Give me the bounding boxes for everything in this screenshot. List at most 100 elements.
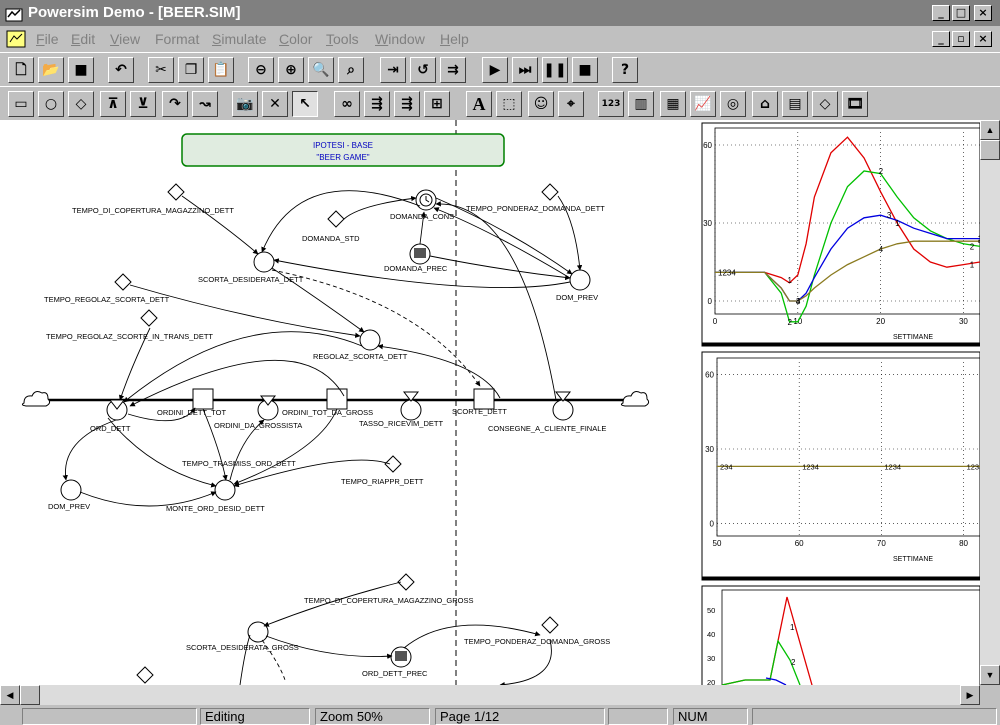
button-tool-icon[interactable]: ⌂ <box>752 91 778 117</box>
model-canvas[interactable]: IPOTESI - BASE "BEER GAME" TEMPO_DI_COPE… <box>0 120 980 685</box>
scorte-dett-level[interactable] <box>473 388 495 410</box>
model-header-box[interactable]: IPOTESI - BASE "BEER GAME" <box>181 133 505 167</box>
level-tool-icon[interactable]: ▭ <box>8 91 34 117</box>
tempo-copertura-dett-constant[interactable] <box>167 183 185 201</box>
menu-view[interactable]: View <box>110 31 140 47</box>
dom-prev-2-aux[interactable] <box>60 479 82 501</box>
tasso-ricevim-valve[interactable] <box>400 391 422 421</box>
submodel2-tool-icon[interactable]: ⇶ <box>394 91 420 117</box>
paste-icon[interactable]: 📋 <box>208 57 234 83</box>
doc-minimize-icon[interactable]: _ <box>932 31 950 47</box>
menu-simulate[interactable]: Simulate <box>212 31 266 47</box>
doc-restore-icon[interactable]: ▫ <box>952 31 970 47</box>
flow-tool-icon[interactable]: ⊼ <box>100 91 126 117</box>
table-tool-icon[interactable]: ▦ <box>660 91 686 117</box>
scroll-up-icon[interactable]: ▲ <box>980 120 1000 140</box>
time-graph-1[interactable]: 010203060300 1234111222333444 SETTIMANE <box>701 122 980 347</box>
undo-icon[interactable]: ↶ <box>108 57 134 83</box>
doc-close-icon[interactable]: × <box>974 31 992 47</box>
tempo-ponderaz-dett-constant[interactable] <box>541 183 559 201</box>
menu-format[interactable]: Format <box>155 31 199 47</box>
scatter-graph-icon[interactable]: ◎ <box>720 91 746 117</box>
submodel-tool-icon[interactable]: ⇶ <box>364 91 390 117</box>
new-icon[interactable]: 🗋 <box>8 57 34 83</box>
save-icon[interactable]: ■ <box>68 57 94 83</box>
zoom-icon[interactable]: 🔍 <box>308 57 334 83</box>
play-step-icon[interactable]: ⏭ <box>512 57 538 83</box>
regolaz-scorta-dett-aux[interactable] <box>359 329 381 351</box>
pause-icon[interactable]: ❚❚ <box>542 57 568 83</box>
link-tool-icon[interactable]: ↷ <box>162 91 188 117</box>
help-icon[interactable]: ? <box>612 57 638 83</box>
delayed-link-tool-icon[interactable]: ↝ <box>192 91 218 117</box>
zoom-out-icon[interactable]: ⊖ <box>248 57 274 83</box>
text-tool-icon[interactable]: A <box>466 91 492 117</box>
film-tool-icon[interactable]: 🎞 <box>842 91 868 117</box>
menu-window[interactable]: Window <box>375 31 425 47</box>
stop-icon[interactable]: ■ <box>572 57 598 83</box>
play-icon[interactable]: ▶ <box>482 57 508 83</box>
ordini-tot-da-gross-level[interactable] <box>326 388 348 410</box>
ord-dett-valve[interactable] <box>106 399 128 421</box>
zoom-fit-icon[interactable]: ⌕ <box>338 57 364 83</box>
document-icon[interactable] <box>6 30 26 48</box>
zoom-in-icon[interactable]: ⊕ <box>278 57 304 83</box>
pointer-tool-icon[interactable]: ↖ <box>292 91 318 117</box>
ord-dett-prec-delay-icon[interactable] <box>390 646 412 668</box>
domanda-prec-delay-icon[interactable] <box>409 243 431 265</box>
vertical-scroll-thumb[interactable] <box>980 140 1000 160</box>
menu-help[interactable]: Help <box>440 31 469 47</box>
frame-tool-icon[interactable]: ⬚ <box>496 91 522 117</box>
domanda-std-constant[interactable] <box>327 210 345 228</box>
cut-icon[interactable]: ✂ <box>148 57 174 83</box>
scroll-down-icon[interactable]: ▼ <box>980 665 1000 685</box>
tempo-ponderaz-gross-constant[interactable] <box>541 616 559 634</box>
title-bar[interactable]: Powersim Demo - [BEER.SIM] <box>0 0 1000 26</box>
flow-with-rate-tool-icon[interactable]: ⊻ <box>130 91 156 117</box>
chain-tool-icon[interactable]: ∞ <box>334 91 360 117</box>
close-icon[interactable]: × <box>974 5 992 21</box>
tempo-regolaz-scorta-dett-constant[interactable] <box>114 273 132 291</box>
horizontal-scrollbar[interactable]: ◀ ▶ <box>0 685 980 705</box>
bottom-constant[interactable] <box>136 666 154 684</box>
menu-tools[interactable]: Tools <box>326 31 359 47</box>
report-tool-icon[interactable]: ▤ <box>782 91 808 117</box>
rewind-icon[interactable]: ↺ <box>410 57 436 83</box>
inspect-tool-icon[interactable]: ⌖ <box>558 91 584 117</box>
delete-tool-icon[interactable]: ✕ <box>262 91 288 117</box>
tempo-riappr-dett-constant[interactable] <box>384 455 402 473</box>
menu-edit[interactable]: Edit <box>71 31 95 47</box>
tempo-regolaz-scorte-trans-constant[interactable] <box>140 309 158 327</box>
network-tool-icon[interactable]: ⊞ <box>424 91 450 117</box>
menu-color[interactable]: Color <box>279 31 312 47</box>
copy-icon[interactable]: ❐ <box>178 57 204 83</box>
minimize-icon[interactable]: _ <box>932 5 950 21</box>
snapshot-tool-icon[interactable]: 📷 <box>232 91 258 117</box>
slider-tool-icon[interactable]: ▥ <box>628 91 654 117</box>
scorta-desiderata-dett-aux[interactable] <box>253 251 275 273</box>
maximize-icon[interactable]: □ <box>952 5 970 21</box>
scroll-left-icon[interactable]: ◀ <box>0 685 20 705</box>
reset-icon[interactable]: ⇥ <box>380 57 406 83</box>
vertical-scrollbar[interactable]: ▲ ▼ <box>980 120 1000 685</box>
consegne-valve[interactable] <box>552 391 574 421</box>
scroll-right-icon[interactable]: ▶ <box>960 685 980 705</box>
picture-tool-icon[interactable]: ☺ <box>528 91 554 117</box>
gem-tool-icon[interactable]: ◇ <box>812 91 838 117</box>
time-graph-icon[interactable]: 📈 <box>690 91 716 117</box>
powersim-app-icon[interactable] <box>5 4 23 22</box>
time-graph-3[interactable]: 50 40 30 20 1 2 <box>701 585 980 685</box>
dom-prev-aux[interactable] <box>569 269 591 291</box>
constant-tool-icon[interactable]: ◇ <box>68 91 94 117</box>
number-display-icon[interactable]: 123 <box>598 91 624 117</box>
auxiliary-tool-icon[interactable]: ○ <box>38 91 64 117</box>
scorta-desiderata-gross-aux[interactable] <box>247 621 269 643</box>
open-icon[interactable]: 📂 <box>38 57 64 83</box>
monte-ord-desid-dett-aux[interactable] <box>214 479 236 501</box>
time-graph-2[interactable]: 50 60 70 80 60 30 0 234 1234 1234 1234 SETTIMANE <box>701 351 980 581</box>
step-icon[interactable]: ⇉ <box>440 57 466 83</box>
domanda-cons-clock-icon[interactable] <box>415 189 437 211</box>
horizontal-scroll-thumb[interactable] <box>20 685 40 705</box>
menu-file[interactable]: File <box>36 31 59 47</box>
ordini-dett-tot-level[interactable] <box>192 388 214 410</box>
